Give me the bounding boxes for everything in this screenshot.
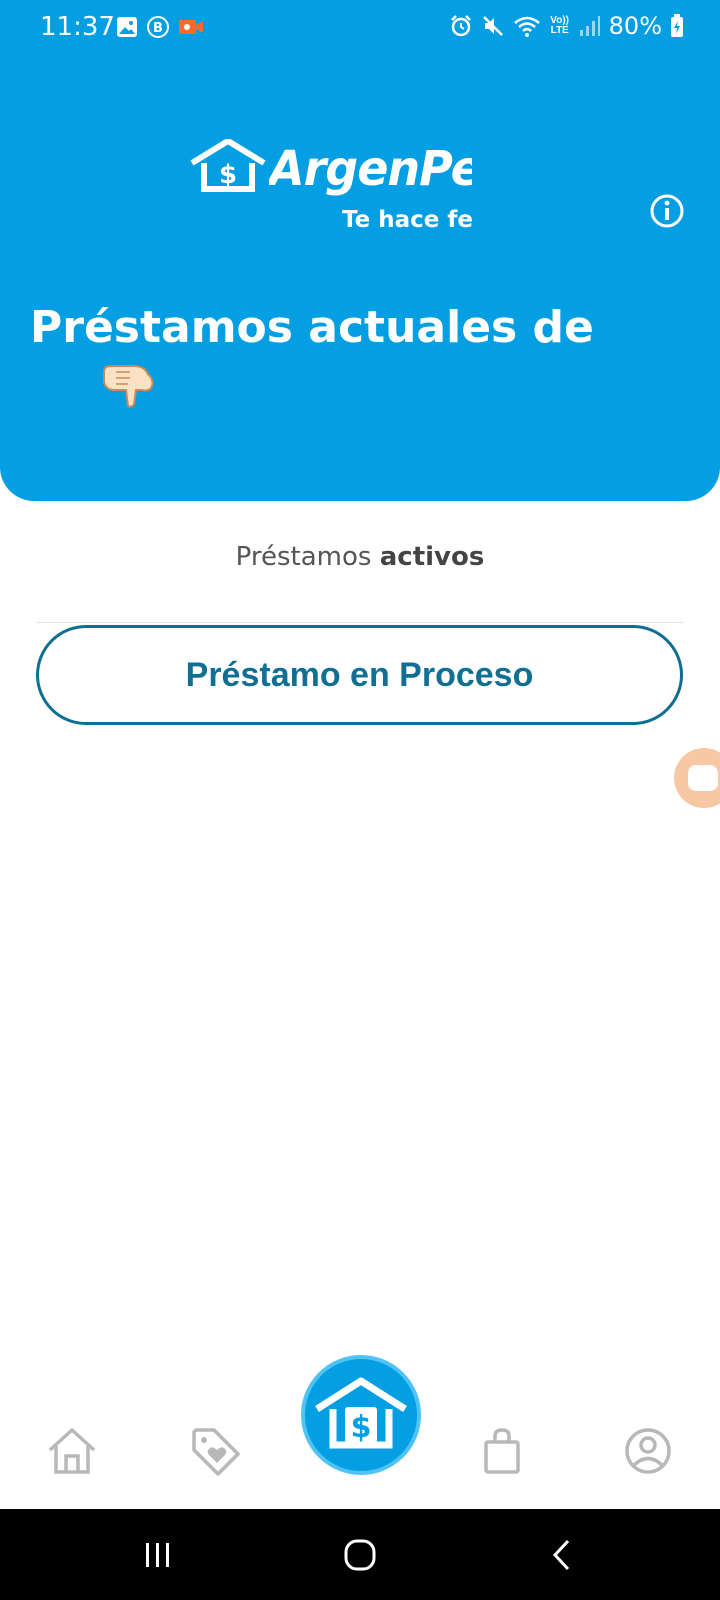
house-dollar-icon: $ bbox=[315, 1377, 407, 1449]
back-button[interactable] bbox=[540, 1535, 584, 1575]
battery-percentage: 80% bbox=[608, 12, 662, 40]
back-chevron-icon bbox=[552, 1539, 570, 1571]
nav-loans[interactable]: $ bbox=[301, 1355, 421, 1475]
mute-icon bbox=[482, 16, 503, 36]
floating-chat-bubble[interactable] bbox=[674, 748, 720, 808]
wifi-icon bbox=[513, 16, 540, 37]
b-badge-icon: B bbox=[147, 16, 169, 38]
nav-home[interactable] bbox=[44, 1423, 100, 1479]
status-bar: 11:37 B Vo)) LTE 80% bbox=[0, 0, 720, 56]
svg-text:$: $ bbox=[219, 160, 237, 190]
svg-text:$: $ bbox=[351, 1410, 372, 1445]
info-icon[interactable] bbox=[649, 193, 685, 229]
signal-icon bbox=[579, 16, 600, 36]
recent-apps-button[interactable] bbox=[136, 1535, 180, 1575]
home-circle-icon bbox=[344, 1539, 376, 1571]
header-panel: 11:37 B Vo)) LTE 80% $ ArgenP Te hace fe… bbox=[0, 0, 720, 501]
svg-text:B: B bbox=[153, 21, 163, 36]
status-time: 11:37 bbox=[40, 12, 115, 42]
nav-shop[interactable] bbox=[474, 1423, 530, 1479]
account-icon bbox=[625, 1428, 671, 1474]
gallery-icon bbox=[117, 17, 137, 37]
loan-in-process-button[interactable]: Préstamo en Proceso bbox=[36, 625, 683, 725]
status-left-icons: B bbox=[116, 15, 204, 39]
page-title: Préstamos actuales de bbox=[30, 302, 594, 353]
brand-name: ArgenPe$os bbox=[269, 139, 472, 197]
section-label-prefix: Préstamos bbox=[235, 542, 380, 572]
lte-icon: Vo)) LTE bbox=[550, 15, 569, 36]
battery-icon bbox=[671, 14, 683, 37]
tag-heart-icon bbox=[192, 1428, 240, 1476]
divider bbox=[36, 622, 684, 623]
status-right-icons: Vo)) LTE 80% bbox=[449, 12, 684, 40]
pointing-hand-icon bbox=[103, 365, 154, 408]
home-button[interactable] bbox=[338, 1535, 382, 1575]
bottom-navigation: $ bbox=[0, 1355, 720, 1509]
brand-logo: $ ArgenPe$os Te hace feliz bbox=[190, 135, 490, 245]
house-dollar-logo-icon: $ bbox=[190, 139, 266, 192]
shopping-bag-icon bbox=[484, 1428, 520, 1474]
nav-offers[interactable] bbox=[188, 1423, 244, 1479]
section-label-bold: activos bbox=[379, 542, 485, 572]
alarm-icon bbox=[450, 15, 471, 37]
floating-bubble-icon bbox=[688, 765, 718, 791]
system-navigation-bar bbox=[0, 1509, 720, 1600]
recent-apps-icon bbox=[146, 1543, 169, 1567]
nav-account[interactable] bbox=[620, 1423, 676, 1479]
brand-tagline: Te hace feliz bbox=[342, 207, 472, 233]
section-label: Préstamos activos bbox=[0, 542, 720, 572]
home-icon bbox=[48, 1428, 96, 1474]
video-record-icon bbox=[179, 20, 203, 34]
